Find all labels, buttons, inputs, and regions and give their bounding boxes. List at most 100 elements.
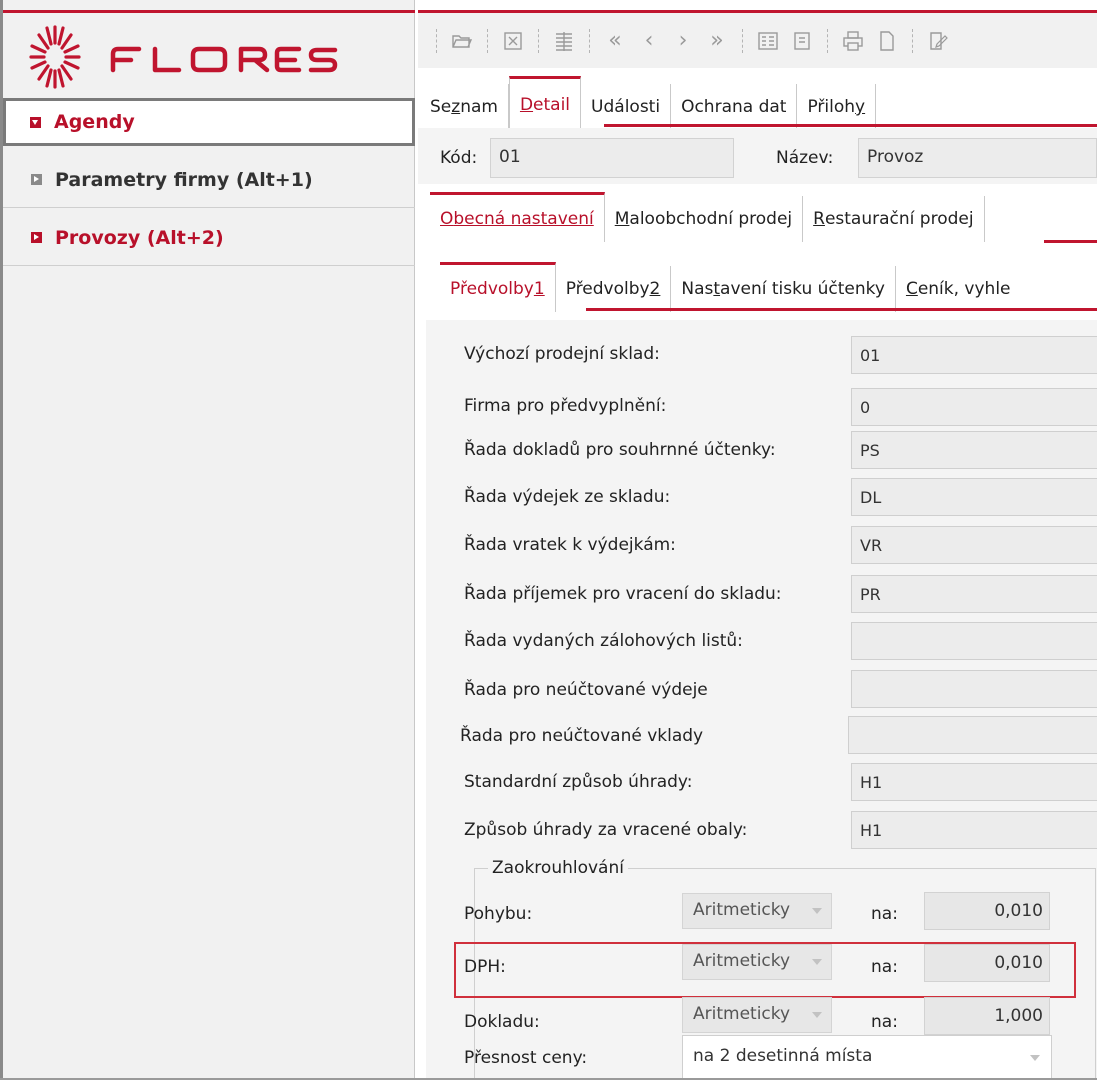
chevron-down-icon [809,901,825,921]
nazev-label: Název: [776,148,834,168]
tab-label-part: becná nastavení [453,208,594,229]
form-area: Výchozí prodejní sklad: 01 Firma pro pře… [426,320,1097,1080]
dokladu-method-select[interactable]: Aritmeticky [682,997,832,1033]
zpusob-uhrady-obaly-label: Způsob úhrady za vracené obaly: [464,820,748,840]
tab-accesskey: O [440,208,454,229]
form-view-icon[interactable] [755,28,781,54]
tab-maloobchodni-prodej[interactable]: Maloobchodní prodej [604,196,804,242]
sidebar-item-label: Parametry firmy (Alt+1) [55,168,313,191]
tab-accesskey: z [451,97,461,117]
tabs-underline [604,124,1097,127]
tab-accesskey: 1 [533,278,545,299]
sidebar-item-agendy[interactable]: Agendy [3,98,415,146]
section-tabs: Obecná nastavení Maloobchodní prodej Res… [430,192,985,242]
list-view-icon[interactable] [551,28,577,54]
sidebar: Agendy Parametry firmy (Alt+1) Provozy (… [0,0,415,1080]
toolbar-separator [436,28,437,53]
tabs-underline [586,308,1097,311]
rada-neuctovane-vydeje-field[interactable] [851,670,1097,708]
tab-label-part: eník, vyhle [917,279,1011,299]
first-record-icon[interactable]: « [602,28,628,54]
nazev-field[interactable]: Provoz [858,138,1097,178]
rada-vydejek-label: Řada výdejek ze skladu: [464,487,671,507]
na-label: na: [871,1012,898,1032]
tab-detail[interactable]: Detail [508,76,582,130]
pohybu-method-select[interactable]: Aritmeticky [682,893,832,929]
select-value: Aritmeticky [693,900,791,920]
record-header: Kód: 01 Název: Provoz [418,128,1097,184]
sidebar-item-label: Agendy [54,111,135,133]
edit-document-icon[interactable] [925,28,951,54]
sidebar-item-label: Provozy (Alt+2) [55,226,224,249]
pohybu-value-field[interactable]: 0,010 [924,892,1050,930]
last-record-icon[interactable]: » [704,28,730,54]
sidebar-item-provozy[interactable]: Provozy (Alt+2) [3,210,415,266]
subsection-tabs: Předvolby 1 Předvolby 2 Nas t avení tisku … [440,262,1016,312]
tab-nastaveni-tisku-uctenky[interactable]: Nas t avení tisku účtenky [671,266,896,312]
dokladu-value-field[interactable]: 1,000 [924,997,1050,1035]
tab-predvolby-2[interactable]: Předvolby 2 [555,266,672,312]
tab-obecna-nastaveni[interactable]: Obecná nastavení [430,192,605,242]
tab-label-part: aloobchodní prodej [629,209,793,229]
tab-label-part: nam [460,97,498,117]
main-panel: « ‹ › » Se z nam Detail Události Ochrana… [418,0,1097,1080]
rada-vratek-field[interactable]: VR [851,526,1097,564]
na-label: na: [871,904,898,924]
zpusob-uhrady-obaly-field[interactable]: H1 [851,811,1097,849]
tab-restauracni-prodej[interactable]: Restaurační prodej [803,196,985,242]
rounding-group-title: Zaokrouhlování [488,858,628,878]
new-document-icon[interactable] [874,28,900,54]
rada-neuctovane-vklady-label: Řada pro neúčtované vklady [460,726,704,746]
toolbar-separator [538,28,539,53]
toolbar-separator [742,28,743,53]
tab-label-part: Nas [681,279,714,299]
toolbar-separator [589,28,590,53]
previous-record-icon[interactable]: ‹ [636,28,662,54]
collapse-arrow-icon [31,232,42,243]
main-tabs: Se z nam Detail Události Ochrana dat Přilo… [420,76,877,130]
chevron-down-icon [1027,1048,1043,1068]
next-record-icon[interactable]: › [670,28,696,54]
rada-souhrnne-uctenky-field[interactable]: PS [851,431,1097,469]
tab-predvolby-1[interactable]: Předvolby 1 [440,262,556,312]
tab-accesskey: R [813,209,825,229]
rada-zalohovych-listu-label: Řada vydaných zálohových listů: [464,631,743,651]
kod-field[interactable]: 01 [490,138,734,178]
rada-neuctovane-vydeje-label: Řada pro neúčtované výdeje [464,680,708,700]
rada-neuctovane-vklady-field[interactable] [848,716,1097,754]
firma-pro-predvyplneni-field[interactable]: 0 [851,388,1097,426]
rada-zalohovych-listu-field[interactable] [851,622,1097,660]
tab-accesskey: t [713,279,721,299]
sidebar-accent-line [3,10,415,13]
print-icon[interactable] [840,28,866,54]
rada-vydejek-field[interactable]: DL [851,478,1097,516]
close-record-icon[interactable] [500,28,526,54]
toolbar-separator [827,28,828,53]
tab-accesskey: 2 [649,279,661,299]
tab-label-part: Se [430,97,452,117]
open-folder-icon[interactable] [449,28,475,54]
vychozi-prodejni-sklad-label: Výchozí prodejní sklad: [464,344,660,364]
tab-accesskey: M [614,209,630,229]
rada-prijemek-field[interactable]: PR [851,575,1097,613]
presnost-ceny-label: Přesnost ceny: [464,1048,588,1068]
toolbar-separator [487,28,488,53]
standardni-zpusob-uhrady-field[interactable]: H1 [851,763,1097,801]
select-value: Aritmeticky [693,1004,791,1024]
rada-vratek-label: Řada vratek k výdejkám: [464,535,676,555]
tab-cenik-vyhledavani[interactable]: Ceník, vyhle [895,266,1016,312]
dph-highlight-frame [454,942,1076,998]
presnost-ceny-select[interactable]: na 2 desetinná místa [682,1035,1052,1079]
chevron-down-icon [809,1005,825,1025]
flores-wordmark [110,46,338,73]
toolbar: « ‹ › » [418,10,1097,68]
tab-label-part: etail [533,94,571,115]
detail-view-icon[interactable] [789,28,815,54]
sidebar-item-parametry-firmy[interactable]: Parametry firmy (Alt+1) [3,152,415,208]
tab-label-part: Ochrana dat [681,97,787,117]
vychozi-prodejni-sklad-field[interactable]: 01 [851,336,1097,374]
tab-label-part: estaurační prodej [824,209,974,229]
tab-accesskey: y [855,97,866,117]
firma-pro-predvyplneni-label: Firma pro předvyplnění: [464,396,667,416]
tab-seznam[interactable]: Se z nam [420,84,509,130]
